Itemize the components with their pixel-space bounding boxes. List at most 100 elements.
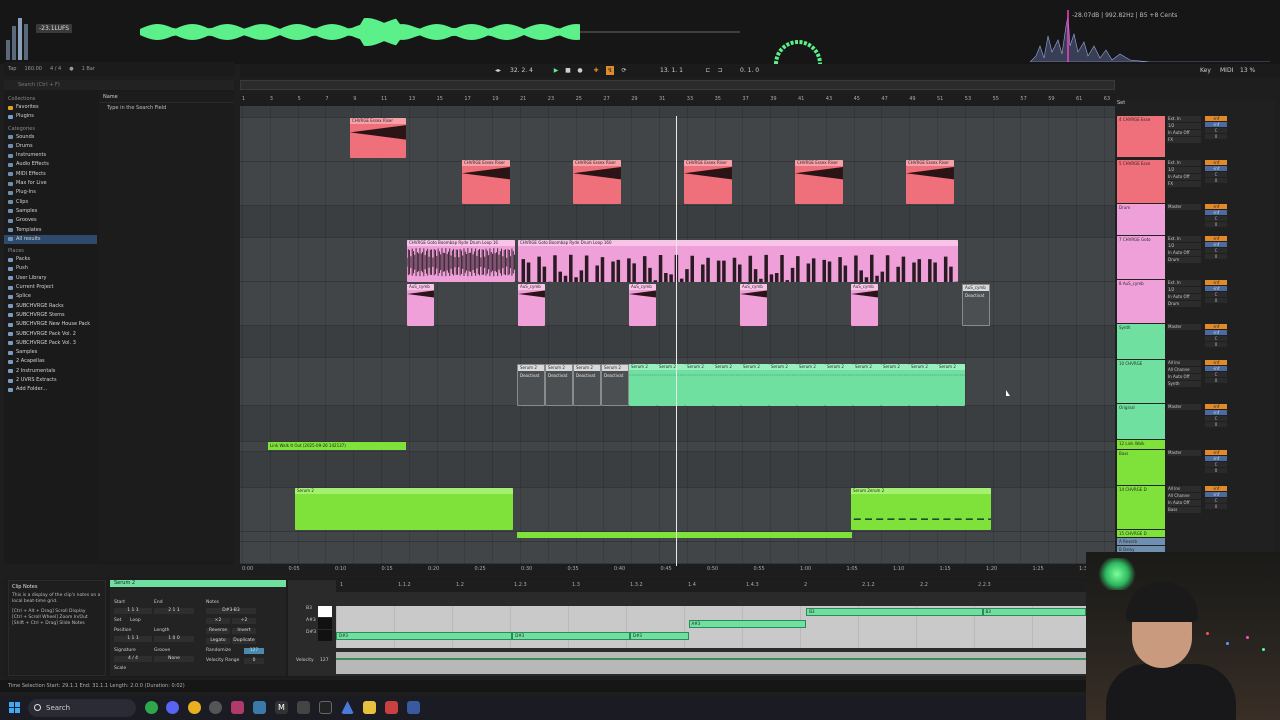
time-label[interactable]: 0:15 xyxy=(382,566,393,572)
volume-value[interactable]: -inf xyxy=(1205,324,1227,329)
midi-note-editor[interactable]: 1 1.1.2 1.2 1.2.3 1.3 1.3.2 1.4 1.4.3 2 2.1.2 2.2 2… xyxy=(288,580,1091,676)
time-label[interactable]: 0:55 xyxy=(754,566,765,572)
end-field[interactable]: 2 1 1 xyxy=(154,608,194,614)
note-ruler-label[interactable]: 2.1.2 xyxy=(862,582,875,588)
volume-value[interactable]: 0 xyxy=(1205,298,1227,303)
time-label[interactable]: 0:35 xyxy=(568,566,579,572)
note-ruler-label[interactable]: 1.3 xyxy=(572,582,580,588)
tap-button[interactable]: Tap xyxy=(8,66,16,72)
volume-value[interactable]: C xyxy=(1205,292,1227,297)
app-icon[interactable] xyxy=(341,701,354,714)
volume-value[interactable]: -inf xyxy=(1205,286,1227,291)
volume-value[interactable]: -inf xyxy=(1205,492,1227,497)
note-ruler-label[interactable]: 1.2.3 xyxy=(514,582,527,588)
start-field[interactable]: 1 1 1 xyxy=(114,608,152,614)
file-explorer-icon[interactable] xyxy=(363,701,376,714)
serum-clip[interactable]: Serum 2 xyxy=(741,364,769,406)
volume-value[interactable]: C xyxy=(1205,128,1227,133)
drum-loop-clip[interactable]: CHVRGE Goto Boombap Ryde Drum Loop 16 xyxy=(407,240,515,282)
category-item[interactable]: Plug-Ins xyxy=(4,188,97,197)
bar-number[interactable]: 23 xyxy=(548,96,554,102)
cymbal-clip[interactable]: AuS_cymb xyxy=(740,284,767,326)
serum-clip[interactable]: Serum 2 xyxy=(937,364,965,406)
bar-number[interactable]: 13 xyxy=(409,96,415,102)
mixer-track-header[interactable]: 5 CHVRGE Esse xyxy=(1117,160,1165,204)
track-name[interactable]: 15 CHVRGE D xyxy=(1117,530,1165,537)
category-item[interactable]: Samples xyxy=(4,207,97,216)
loop-button[interactable]: Loop xyxy=(130,618,141,623)
volume-value[interactable]: -inf xyxy=(1205,160,1227,165)
midi-note[interactable]: D#3 xyxy=(336,632,513,640)
volume-value[interactable]: C xyxy=(1205,462,1227,467)
volume-value[interactable]: 0 xyxy=(1205,222,1227,227)
io-selector[interactable]: All Ins xyxy=(1167,486,1201,492)
time-signature-field[interactable]: 4 / 4 xyxy=(50,66,61,72)
bar-number[interactable]: 47 xyxy=(881,96,887,102)
place-item[interactable]: Current Project xyxy=(4,283,97,292)
mixer-track-header[interactable]: 15 CHVRGE D xyxy=(1117,530,1165,538)
loop-switch-icon[interactable]: ⟳ xyxy=(620,66,628,75)
io-selector[interactable]: Ext. In xyxy=(1167,116,1201,122)
place-item[interactable]: 2 UVRS Extracts xyxy=(4,376,97,385)
time-label[interactable]: 1:25 xyxy=(1033,566,1044,572)
place-item[interactable]: SUBCHVRGE Stems xyxy=(4,311,97,320)
io-selector[interactable]: Drum xyxy=(1167,301,1201,307)
category-item[interactable]: Audio Effects xyxy=(4,160,97,169)
ableton-live-icon[interactable] xyxy=(319,701,332,714)
plugins-fav-item[interactable]: Plugins xyxy=(4,112,97,121)
chrome-icon[interactable] xyxy=(188,701,201,714)
note-ruler-label[interactable]: 2.2 xyxy=(920,582,928,588)
cymbal-clip[interactable]: AuS_cymb xyxy=(407,284,434,326)
midi-map-button[interactable]: MIDI xyxy=(1220,66,1233,75)
io-selector[interactable]: In Auto Off xyxy=(1167,374,1201,380)
riser-clip[interactable]: CHVRGE Essex Riser xyxy=(462,160,510,204)
punch-in-icon[interactable]: ⊏ xyxy=(704,66,712,75)
follow-icon[interactable]: ◂▸ xyxy=(494,66,502,75)
midi-note[interactable]: B3 xyxy=(982,608,1086,616)
velocity-marker[interactable] xyxy=(982,658,1086,660)
io-selector[interactable]: FX xyxy=(1167,181,1201,187)
track-lane[interactable] xyxy=(240,162,1115,206)
piano-key-label[interactable]: A#3 xyxy=(306,618,316,623)
mixer-track-header[interactable]: 7 CHVRGE Goto xyxy=(1117,236,1165,280)
volume-value[interactable]: -inf xyxy=(1205,280,1227,285)
reverse-button[interactable]: Reverse xyxy=(206,628,230,634)
volume-value[interactable]: -inf xyxy=(1205,116,1227,121)
tempo-field[interactable]: 160.00 xyxy=(24,66,42,72)
arrangement-tracks[interactable]: CHVRGE Essex Riser CHVRGE Essex Riser CHVR… xyxy=(240,106,1115,564)
punch-out-icon[interactable]: ⊐ xyxy=(716,66,724,75)
category-item[interactable]: MIDI Effects xyxy=(4,170,97,179)
track-lane[interactable] xyxy=(240,452,1115,488)
note-grid[interactable]: D#3 D#3 D#3 A#3 B3 B3 xyxy=(336,606,1091,648)
bar-number[interactable]: 19 xyxy=(492,96,498,102)
io-selector[interactable]: Ext. In xyxy=(1167,280,1201,286)
piano-key[interactable] xyxy=(318,630,332,641)
stop-icon[interactable]: ■ xyxy=(564,66,572,75)
track-lane[interactable] xyxy=(240,326,1115,358)
volume-value[interactable]: -inf xyxy=(1205,242,1227,247)
position-field[interactable]: 1 1 1 xyxy=(114,636,152,642)
volume-value[interactable]: C xyxy=(1205,372,1227,377)
mixer-track-header[interactable]: Bass xyxy=(1117,450,1165,486)
app-icon[interactable] xyxy=(385,701,398,714)
bass-clip[interactable]: Serum 2 xyxy=(295,488,513,530)
time-label[interactable]: 0:10 xyxy=(335,566,346,572)
io-selector[interactable]: 1/2 xyxy=(1167,167,1201,173)
track-name[interactable]: 5 CHVRGE Esse xyxy=(1117,160,1165,167)
cymbal-clip[interactable]: AuS_cymb xyxy=(518,284,545,326)
place-item[interactable]: Packs xyxy=(4,255,97,264)
note-ruler-label[interactable]: 1 xyxy=(340,582,343,588)
app-icon[interactable] xyxy=(407,701,420,714)
io-selector[interactable]: All Channe xyxy=(1167,367,1201,373)
bar-number[interactable]: 61 xyxy=(1076,96,1082,102)
place-item[interactable]: SUBCHVRGE Racks xyxy=(4,302,97,311)
set-button[interactable]: Set xyxy=(114,618,121,623)
riser-clip[interactable]: CHVRGE Essex Riser xyxy=(684,160,732,204)
volume-value[interactable]: -inf xyxy=(1205,404,1227,409)
volume-value[interactable]: -inf xyxy=(1205,122,1227,127)
bar-number[interactable]: 41 xyxy=(798,96,804,102)
category-item[interactable]: Templates xyxy=(4,226,97,235)
volume-value[interactable]: 0 xyxy=(1205,504,1227,509)
io-selector[interactable]: Bass xyxy=(1167,507,1201,513)
io-selector[interactable]: Master xyxy=(1167,450,1201,456)
